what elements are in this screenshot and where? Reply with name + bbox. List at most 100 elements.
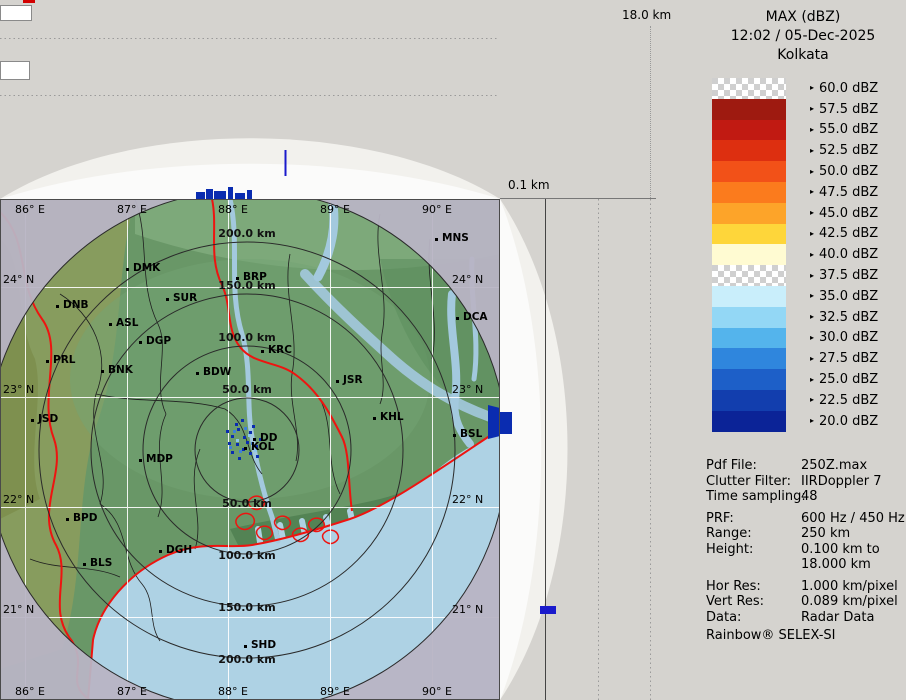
legend-swatch [712,78,786,99]
software-credit: Rainbow® SELEX-SI [706,628,836,643]
info-label: Hor Res: [706,579,801,595]
echo-side-tick [540,606,556,614]
info-value: Radar Data [801,610,874,626]
level-pointer-icon: ▸ [810,230,814,238]
legend-row: ▸ 50.0 dBZ [712,161,878,182]
legend-label-text: 45.0 dBZ [819,206,878,221]
info-value: 600 Hz / 450 Hz [801,511,905,527]
info-label: Height: [706,542,801,558]
legend-swatch [712,390,786,411]
info-row: Clutter Filter:IIRDoppler 7 [706,474,905,490]
info-label: Data: [706,610,801,626]
legend-label-text: 42.5 dBZ [819,226,878,241]
level-pointer-icon: ▸ [810,168,814,176]
legend-label-text: 37.5 dBZ [819,268,878,283]
info-value: IIRDoppler 7 [801,474,882,490]
legend-swatch [712,265,786,286]
legend-row: ▸55.0 dBZ [712,120,878,141]
legend-swatch [712,182,786,203]
legend-label-text: 20.0 dBZ [819,414,878,429]
radar-product-screen: 18.0 km 0.1 km [0,0,906,700]
legend-row: ▸ 22.5 dBZ [712,390,878,411]
legend-label-text: 50.0 dBZ [819,164,878,179]
info-value: 0.100 km to [801,542,880,558]
level-pointer-icon: ▸ [810,417,814,425]
product-datetime: 12:02 / 05-Dec-2025 [700,27,906,46]
info-value: 250Z.max [801,458,867,474]
legend-row: ▸47.5 dBZ [712,182,878,203]
ew-height-panel [0,0,500,199]
info-label [706,557,801,573]
dbz-colorbar: ▸60.0 dBZ▸57.5 dBZ▸55.0 dBZ▸52.5 dBZ▸50.… [712,78,878,432]
info-row: Height:0.100 km to [706,542,905,558]
level-pointer-icon: ▸ [810,105,814,113]
corner-widget-box [0,5,32,21]
height-gridline-upper [650,26,651,198]
legend-label-text: 55.0 dBZ [819,122,878,137]
level-pointer-icon: ▸ [810,396,814,404]
legend-label: ▸40.0 dBZ [810,247,878,262]
legend-label-text: 57.5 dBZ [819,102,878,117]
level-pointer-icon: ▸ [810,272,814,280]
legend-swatch [712,244,786,265]
legend-label-text: 22.5 dBZ [819,393,878,408]
legend-label: ▸ 45.0 dBZ [810,206,878,221]
legend-row: ▸ 25.0 dBZ [712,369,878,390]
level-pointer-icon: ▸ [810,209,814,217]
legend-label: ▸ 27.5 dBZ [810,351,878,366]
station-name: Kolkata [700,46,906,65]
legend-row: ▸ 45.0 dBZ [712,203,878,224]
info-label: Pdf File: [706,458,801,474]
legend-row: ▸30.0 dBZ [712,328,878,349]
legend-panel: MAX (dBZ) 12:02 / 05-Dec-2025 Kolkata ▸ 6… [700,0,906,700]
legend-swatch [712,307,786,328]
legend-header: MAX (dBZ) 12:02 / 05-Dec-2025 Kolkata [700,0,906,65]
legend-label: ▸ 50.0 dBZ [810,164,878,179]
legend-label: ▸ 57.5 dBZ [810,102,878,117]
level-pointer-icon: ▸ [810,147,814,155]
legend-label-text: 60.0 dBZ [819,81,878,96]
info-label: Vert Res: [706,594,801,610]
legend-label: ▸ 25.0 dBZ [810,372,878,387]
legend-label-text: 47.5 dBZ [819,185,878,200]
level-pointer-icon: ▸ [810,355,814,363]
legend-label: ▸ 60.0 dBZ [810,81,878,96]
legend-label: ▸ 37.5 dBZ [810,268,878,283]
info-label: Range: [706,526,801,542]
legend-row: ▸ 37.5 dBZ [712,265,878,286]
info-row: Pdf File:250Z.max [706,458,905,474]
level-pointer-icon: ▸ [810,376,814,384]
legend-row: ▸35.0 dBZ [712,286,878,307]
legend-swatch [712,224,786,245]
info-label: Clutter Filter: [706,474,801,490]
legend-swatch [712,140,786,161]
panel-divider-line [500,198,656,199]
info-label: PRF: [706,511,801,527]
legend-label-text: 35.0 dBZ [819,289,878,304]
legend-row: ▸40.0 dBZ [712,244,878,265]
legend-swatch [712,203,786,224]
echo-side-projection [500,412,512,434]
info-label: Time sampling: [706,489,801,505]
legend-label-text: 32.5 dBZ [819,310,878,325]
legend-swatch [712,369,786,390]
corner-widget-box [0,61,30,80]
legend-label: ▸55.0 dBZ [810,122,878,137]
height-max-label: 18.0 km [622,8,671,22]
legend-row: ▸ 42.5 dBZ [712,224,878,245]
legend-swatch [712,120,786,141]
info-value: 48 [801,489,818,505]
legend-row: ▸ 52.5 dBZ [712,140,878,161]
legend-label-text: 25.0 dBZ [819,372,878,387]
level-pointer-icon: ▸ [810,84,814,92]
level-pointer-icon: ▸ [810,334,814,342]
info-value: 18.000 km [801,557,871,573]
legend-label-text: 27.5 dBZ [819,351,878,366]
legend-swatch [712,286,786,307]
legend-label-text: 52.5 dBZ [819,143,878,158]
info-row: Time sampling:48 [706,489,905,505]
info-row: Hor Res:1.000 km/pixel [706,579,905,595]
legend-label: ▸35.0 dBZ [810,289,878,304]
legend-label: ▸47.5 dBZ [810,185,878,200]
info-row: Vert Res:0.089 km/pixel [706,594,905,610]
